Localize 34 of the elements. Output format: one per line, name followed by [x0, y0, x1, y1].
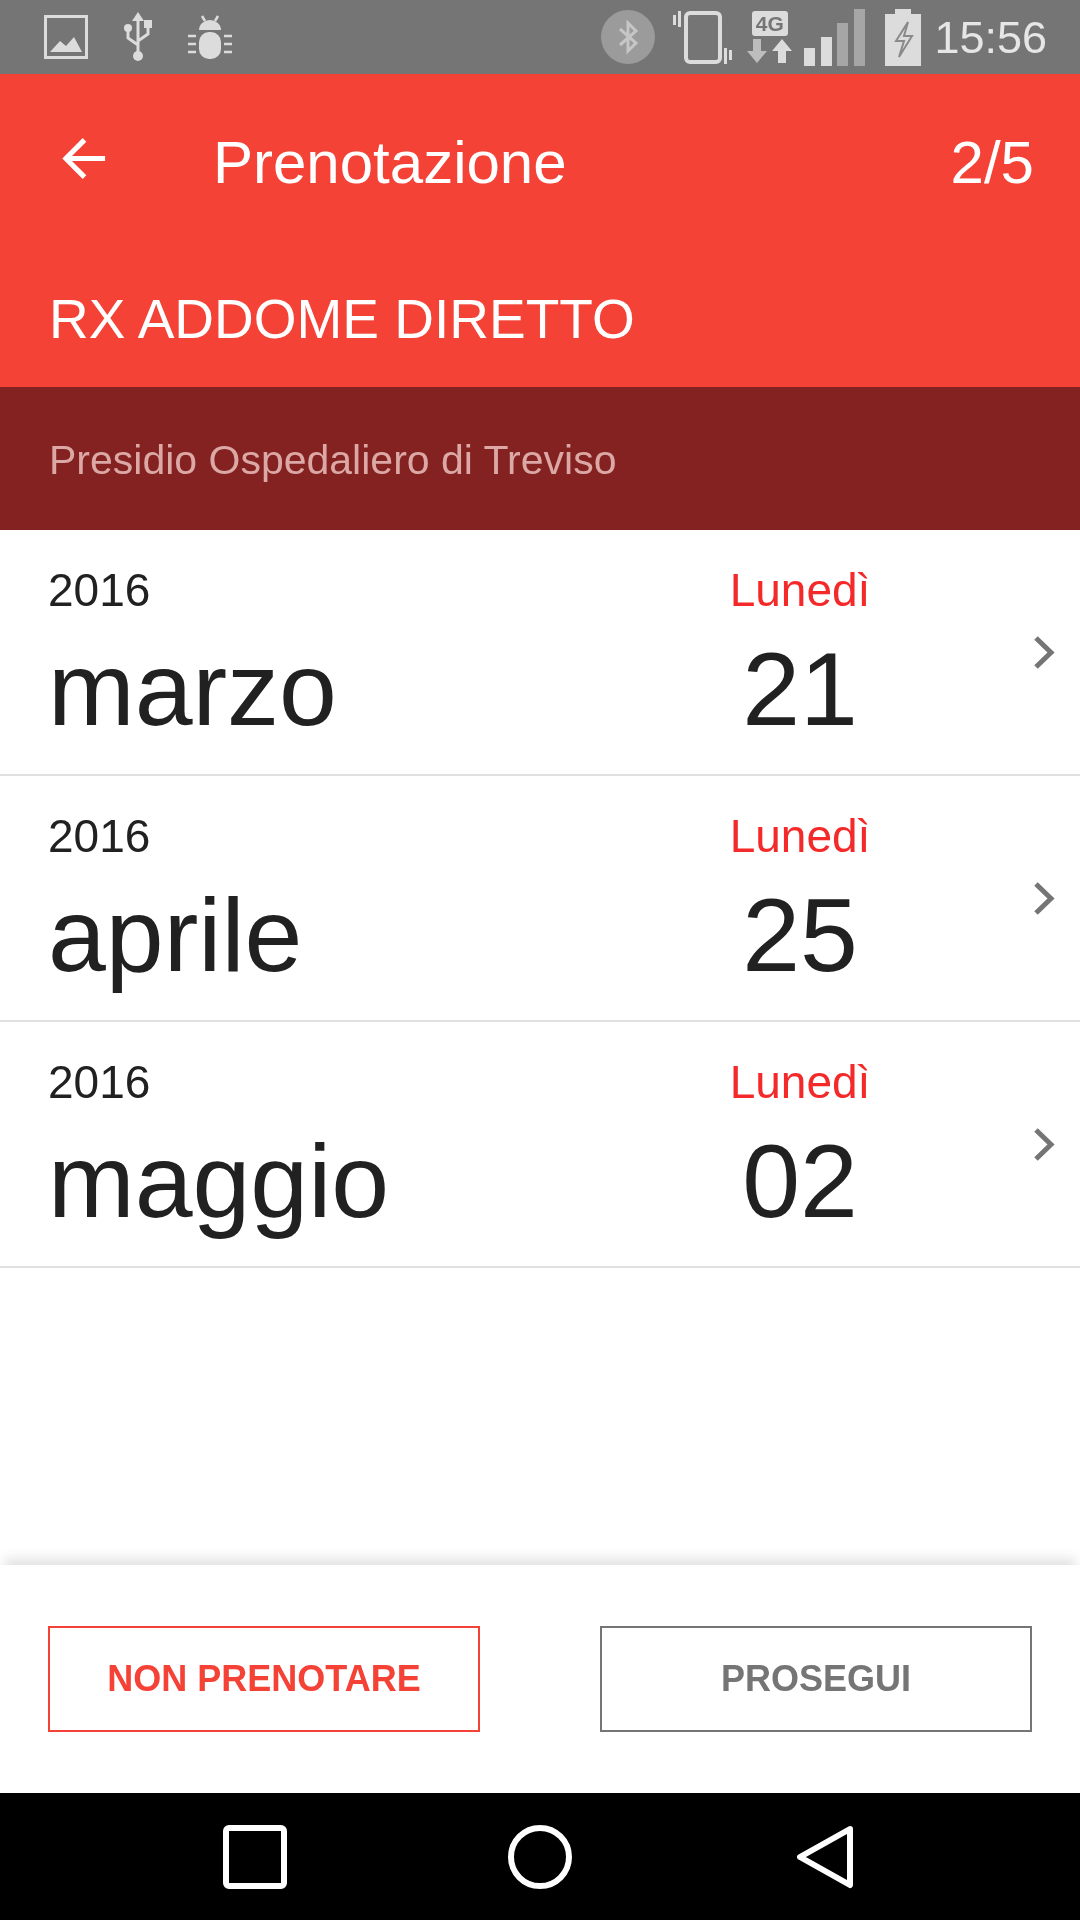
network-type-label: 4G	[751, 11, 788, 36]
step-counter: 2/5	[950, 133, 1034, 193]
year-text: 2016	[48, 1059, 151, 1105]
day-text: 25	[742, 876, 858, 995]
chevron-right-icon	[1033, 1126, 1055, 1162]
vibrate-icon	[672, 10, 734, 64]
month-text: maggio	[48, 1122, 390, 1241]
chevron-right-icon	[1033, 634, 1055, 670]
decline-button[interactable]: NON PRENOTARE	[48, 1626, 480, 1732]
data-arrows-icon	[747, 39, 793, 63]
clock-time: 15:56	[934, 14, 1047, 60]
circle-icon[interactable]	[507, 1824, 572, 1889]
weekday-text: Lunedì	[729, 567, 871, 613]
screen-title: Prenotazione	[213, 133, 567, 193]
signal-icon	[804, 8, 866, 66]
square-icon[interactable]	[222, 1824, 287, 1889]
image-icon	[44, 15, 88, 59]
month-text: marzo	[48, 630, 337, 749]
chevron-right-icon	[1033, 880, 1055, 916]
bluetooth-icon	[601, 10, 656, 64]
location-text: Presidio Ospedaliero di Treviso	[49, 440, 617, 481]
bug-icon	[186, 15, 234, 59]
usb-icon	[123, 12, 153, 62]
day-text: 02	[742, 1122, 858, 1241]
day-text: 21	[742, 630, 858, 749]
weekday-text: Lunedì	[729, 813, 871, 859]
month-text: aprile	[48, 876, 303, 995]
weekday-text: Lunedì	[729, 1059, 871, 1105]
continue-button[interactable]: PROSEGUI	[600, 1626, 1032, 1732]
exam-title: RX ADDOME DIRETTO	[49, 292, 635, 347]
year-text: 2016	[48, 813, 151, 859]
triangle-icon[interactable]	[795, 1824, 854, 1889]
battery-charging-icon	[885, 8, 922, 66]
year-text: 2016	[48, 567, 151, 613]
